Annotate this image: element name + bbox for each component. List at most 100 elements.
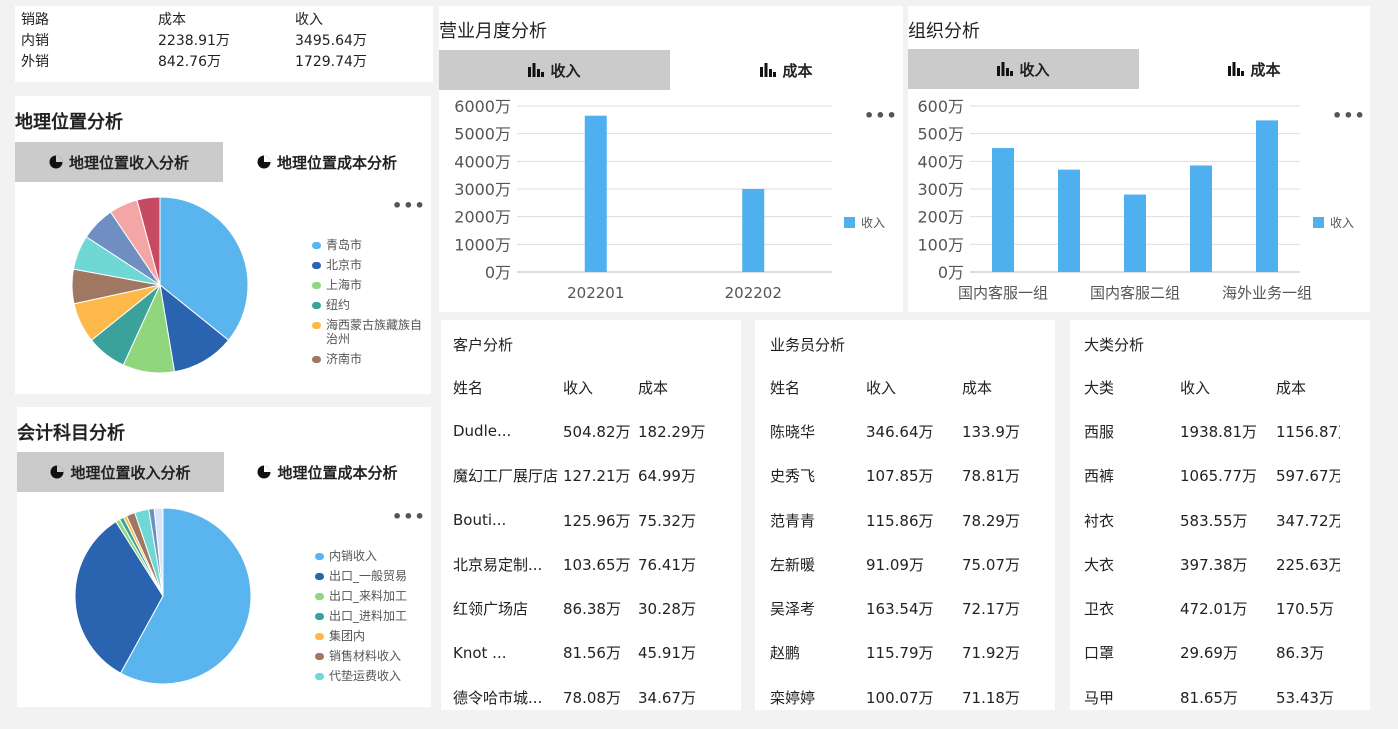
table-row[interactable]: 栾婷婷 100.07万 71.18万 — [770, 675, 1042, 710]
table-row[interactable]: 马甲 81.65万 53.43万 — [1084, 675, 1340, 710]
tab-monthly-revenue[interactable]: 收入 — [439, 50, 670, 90]
table-cell: 170.5万 — [1276, 600, 1334, 619]
y-tick-label: 2000万 — [454, 208, 511, 227]
table-row[interactable]: Knot ... 81.56万 45.91万 — [453, 631, 718, 675]
table-cell: Dudle... — [453, 422, 512, 441]
table-cell: 34.67万 — [638, 688, 696, 707]
table-row[interactable]: Bouti... 125.96万 75.32万 — [453, 498, 718, 542]
panel-title: 业务员分析 — [770, 336, 846, 354]
legend-item[interactable]: 纽约 — [312, 298, 422, 312]
bar-chart-icon — [1228, 62, 1245, 76]
table-cell: 北京易定制... — [453, 555, 543, 574]
table-row[interactable]: 赵鹏 115.79万 71.92万 — [770, 631, 1042, 675]
panel-title: 组织分析 — [908, 21, 980, 42]
table-row[interactable]: 大衣 397.38万 225.63万 — [1084, 542, 1340, 586]
legend-label: 出口_一般贸易 — [329, 569, 408, 583]
geo-tabs: 地理位置收入分析 地理位置成本分析 — [15, 142, 431, 182]
tab-org-cost[interactable]: 成本 — [1139, 49, 1370, 89]
legend-item[interactable]: 青岛市 — [312, 238, 422, 252]
tab-label: 地理位置成本分析 — [277, 463, 398, 482]
table-cell: 72.17万 — [962, 600, 1020, 619]
table-cell: 赵鹏 — [770, 644, 801, 663]
table-cell: 75.32万 — [638, 511, 696, 530]
legend-item[interactable]: 内销收入 — [315, 549, 425, 563]
monthly-analysis-panel: 营业月度分析 收入 成本 ••• 0万 1000万 2000万 3000万 4000万 5… — [439, 6, 903, 312]
y-tick-label: 200万 — [917, 208, 964, 227]
table-cell: 397.38万 — [1180, 555, 1248, 574]
y-tick-label: 600万 — [917, 97, 964, 116]
geo-legend: 青岛市北京市上海市纽约海西蒙古族藏族自治州济南市 — [312, 238, 422, 372]
bar-chart-icon — [760, 63, 777, 77]
table-cell: 吴泽考 — [770, 600, 816, 619]
y-tick-label: 500万 — [917, 125, 964, 144]
column-header: 成本 — [962, 378, 993, 397]
legend-item[interactable]: 上海市 — [312, 278, 422, 292]
table-cell: 左新暖 — [770, 555, 816, 574]
legend-swatch — [315, 573, 324, 580]
tab-accounting-cost[interactable]: 地理位置成本分析 — [224, 452, 431, 492]
tab-label: 成本 — [1250, 60, 1281, 79]
table-row[interactable]: 陈晓华 346.64万 133.9万 — [770, 409, 1042, 453]
table-cell: 红领广场店 — [453, 600, 529, 619]
table-row[interactable]: 西服 1938.81万 1156.87万 — [1084, 409, 1340, 453]
table-row[interactable]: 史秀飞 107.85万 78.81万 — [770, 454, 1042, 498]
table-cell: 1938.81万 — [1180, 422, 1258, 441]
table-row[interactable]: 北京易定制... 103.65万 76.41万 — [453, 542, 718, 586]
legend-item[interactable]: 代垫运费收入 — [315, 669, 425, 683]
table-cell: 29.69万 — [1180, 644, 1238, 663]
cell: 内销 — [21, 32, 49, 49]
table-cell: 182.29万 — [638, 422, 706, 441]
legend-item[interactable]: 集团内 — [315, 629, 425, 643]
customer-analysis-panel: 客户分析 姓名 收入 成本 Dudle... 504.82万 182.29万 魔幻工厂展厅店… — [441, 320, 741, 710]
table-row[interactable]: 红领广场店 86.38万 30.28万 — [453, 586, 718, 630]
bar[interactable] — [1058, 169, 1080, 272]
tab-geo-cost[interactable]: 地理位置成本分析 — [223, 142, 431, 182]
legend-label: 出口_进料加工 — [329, 609, 408, 623]
legend-item[interactable]: 济南市 — [312, 352, 422, 366]
legend-swatch — [312, 356, 321, 363]
table-cell: 115.86万 — [866, 511, 934, 530]
legend-label: 青岛市 — [326, 238, 363, 252]
more-options-icon[interactable]: ••• — [392, 196, 426, 215]
more-options-icon[interactable]: ••• — [392, 507, 426, 526]
legend-swatch — [1313, 217, 1324, 228]
panel-title: 地理位置分析 — [15, 112, 123, 133]
y-tick-label: 6000万 — [454, 97, 511, 116]
table-row[interactable]: 左新暖 91.09万 75.07万 — [770, 542, 1042, 586]
legend-item[interactable]: 海西蒙古族藏族自治州 — [312, 318, 422, 346]
table-cell: 597.67万 — [1276, 467, 1340, 486]
table-cell: 53.43万 — [1276, 688, 1334, 707]
tab-monthly-cost[interactable]: 成本 — [670, 50, 903, 90]
bar[interactable] — [1190, 165, 1212, 272]
bar[interactable] — [992, 148, 1014, 272]
table-row[interactable]: 吴泽考 163.54万 72.17万 — [770, 586, 1042, 630]
table-row[interactable]: 德令哈市城... 78.08万 34.67万 — [453, 675, 718, 710]
table-row[interactable]: 西裤 1065.77万 597.67万 — [1084, 454, 1340, 498]
bar[interactable] — [584, 115, 607, 272]
x-tick-label: 202202 — [725, 284, 782, 302]
tab-org-revenue[interactable]: 收入 — [908, 49, 1139, 89]
table-cell: Knot ... — [453, 643, 507, 662]
table-row[interactable]: 口罩 29.69万 86.3万 — [1084, 631, 1340, 675]
legend-item[interactable]: 销售材料收入 — [315, 649, 425, 663]
tab-label: 收入 — [550, 61, 581, 80]
table-row[interactable]: Dudle... 504.82万 182.29万 — [453, 409, 718, 453]
tab-geo-revenue[interactable]: 地理位置收入分析 — [15, 142, 223, 182]
legend-item[interactable]: 北京市 — [312, 258, 422, 272]
bar[interactable] — [1256, 120, 1278, 273]
table-row[interactable]: 范青青 115.86万 78.29万 — [770, 498, 1042, 542]
tab-accounting-revenue[interactable]: 地理位置收入分析 — [17, 452, 224, 492]
table-cell: 西服 — [1084, 422, 1115, 441]
legend-item[interactable]: 出口_来料加工 — [315, 589, 425, 603]
bar[interactable] — [1124, 194, 1146, 272]
bar[interactable] — [742, 189, 765, 272]
legend-item[interactable]: 出口_一般贸易 — [315, 569, 425, 583]
legend-label: 出口_来料加工 — [329, 589, 408, 603]
table-row[interactable]: 魔幻工厂展厅店 127.21万 64.99万 — [453, 454, 718, 498]
legend-item[interactable]: 出口_进料加工 — [315, 609, 425, 623]
table-row[interactable]: 衬衣 583.55万 347.72万 — [1084, 498, 1340, 542]
pie-chart-icon — [49, 155, 63, 169]
accounting-legend: 内销收入出口_一般贸易 出口_来料加工 出口_进料加工集团内销售材料收入 代垫运费收入 — [315, 549, 425, 689]
accounting-analysis-panel: 会计科目分析 地理位置收入分析 地理位置成本分析 ••• 内销收入 出口_一般贸易… — [17, 407, 431, 707]
table-row[interactable]: 卫衣 472.01万 170.5万 — [1084, 586, 1340, 630]
